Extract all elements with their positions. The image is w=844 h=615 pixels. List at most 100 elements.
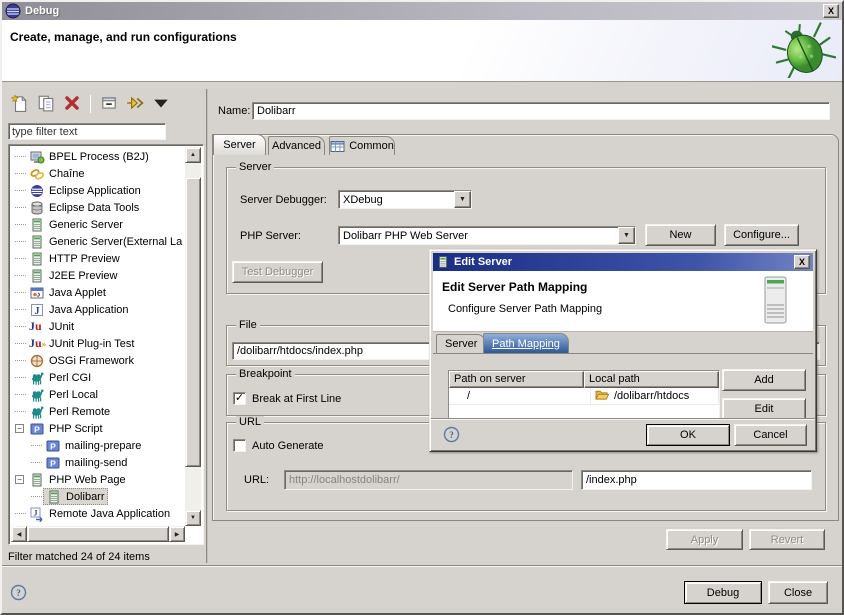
tree-item-php-web-page[interactable]: −PHP Web Page	[11, 471, 184, 488]
window-close-button[interactable]: X	[823, 4, 839, 18]
tree-connector	[15, 394, 26, 395]
tab-common[interactable]: Common	[329, 136, 395, 155]
break-first-line-checkbox[interactable]: ✓	[233, 392, 246, 405]
tree-connector	[15, 275, 26, 276]
panel-sash[interactable]	[206, 89, 208, 563]
new-configuration-button[interactable]	[10, 94, 30, 114]
server-debugger-select[interactable]: XDebug ▼	[338, 190, 472, 209]
dialog-tab-path-mapping[interactable]: Path Mapping	[483, 333, 569, 353]
tree-item-cha-ne[interactable]: Chaîne	[11, 165, 184, 182]
filter-icon	[126, 94, 144, 115]
tree-item-eclipse-data-tools[interactable]: Eclipse Data Tools	[11, 199, 184, 216]
tree-item-php-script[interactable]: −PPHP Script	[11, 420, 184, 437]
java-icon: J	[29, 302, 45, 318]
close-button[interactable]: Close	[768, 581, 828, 604]
filter-configurations-button[interactable]	[125, 94, 145, 114]
delete-configuration-button[interactable]	[62, 94, 82, 114]
svg-text:?: ?	[16, 588, 21, 598]
edit-mapping-button[interactable]: Edit	[722, 398, 806, 420]
tree-item-java-applet[interactable]: Java Applet	[11, 284, 184, 301]
svg-text:P: P	[34, 424, 40, 434]
server-debugger-label: Server Debugger:	[240, 194, 327, 206]
dialog-banner: Create, manage, and run configurations	[2, 20, 842, 82]
scroll-right-icon[interactable]: ▶	[169, 526, 185, 542]
dialog-close-button[interactable]: X	[794, 255, 810, 269]
tree-item-j2ee-preview[interactable]: J2EE Preview	[11, 267, 184, 284]
scroll-up-icon[interactable]: ▲	[185, 147, 201, 163]
mapping-row[interactable]: //dolibarr/htdocs	[449, 388, 719, 405]
tree-item-http-preview[interactable]: HTTP Preview	[11, 250, 184, 267]
tree-item-perl-local[interactable]: Perl Local	[11, 386, 184, 403]
tree-item-bpel-process-b2j[interactable]: BPEL Process (B2J)	[11, 148, 184, 165]
test-debugger-button[interactable]: Test Debugger	[232, 261, 323, 283]
tree-item-perl-cgi[interactable]: Perl CGI	[11, 369, 184, 386]
scroll-left-icon[interactable]: ◀	[11, 526, 27, 542]
url-path-field[interactable]: /index.php	[581, 470, 812, 490]
new-server-button[interactable]: New	[645, 224, 716, 246]
tree-item-perl-remote[interactable]: Perl Remote	[11, 403, 184, 420]
tree-item-remote-java-application[interactable]: JRemote Java Application	[11, 505, 184, 522]
php-server-label: PHP Server:	[240, 230, 301, 242]
tree-item-java-application[interactable]: JJava Application	[11, 301, 184, 318]
tree-horizontal-scrollbar[interactable]: ◀ ▶	[11, 526, 185, 542]
debug-button[interactable]: Debug	[684, 581, 762, 604]
tree-item-label: JUnit Plug-in Test	[49, 338, 134, 350]
edit-server-dialog: Edit Server X Edit Server Path Mapping C…	[429, 249, 817, 452]
duplicate-configuration-button[interactable]	[36, 94, 56, 114]
tree-item-generic-server[interactable]: Generic Server	[11, 216, 184, 233]
tree-item-junit-plug-in-test[interactable]: Ju»JUnit Plug-in Test	[11, 335, 184, 352]
tree-connector	[15, 241, 26, 242]
tree-item-eclipse-application[interactable]: Eclipse Application	[11, 182, 184, 199]
camel-icon	[29, 370, 45, 386]
tree-connector	[31, 496, 42, 497]
collapse-all-button[interactable]	[99, 94, 119, 114]
configure-server-button[interactable]: Configure...	[724, 224, 799, 246]
url-label: URL:	[244, 474, 269, 486]
tab-advanced[interactable]: Advanced	[268, 136, 325, 155]
add-mapping-button[interactable]: Add	[722, 369, 806, 391]
tree-connector	[15, 190, 26, 191]
configurations-toolbar	[10, 92, 171, 116]
tree-vertical-scrollbar[interactable]: ▲ ▼	[185, 147, 201, 526]
ok-button[interactable]: OK	[646, 424, 730, 446]
collapse-expander-icon[interactable]: −	[15, 424, 24, 433]
svg-text:P: P	[50, 458, 56, 468]
apply-button[interactable]: Apply	[666, 529, 743, 550]
tree-item-label: Java Applet	[49, 287, 106, 299]
php-server-select[interactable]: Dolibarr PHP Web Server ▼	[338, 226, 636, 245]
window-titlebar[interactable]: Debug X	[2, 2, 842, 20]
dialog-tab-server[interactable]: Server	[436, 334, 486, 353]
svg-text:?: ?	[449, 430, 454, 440]
tree-item-osgi-framework[interactable]: OSGi Framework	[11, 352, 184, 369]
tree-item-generic-server-external-la[interactable]: Generic Server(External La	[11, 233, 184, 250]
filter-input[interactable]	[8, 123, 166, 140]
cancel-button[interactable]: Cancel	[734, 424, 807, 446]
column-path-on-server[interactable]: Path on server	[449, 371, 584, 388]
tree-item-junit[interactable]: JuJUnit	[11, 318, 184, 335]
collapse-expander-icon[interactable]: −	[15, 475, 24, 484]
path-mapping-table: Path on server Local path //dolibarr/htd…	[448, 370, 720, 419]
tab-server[interactable]: Server	[213, 134, 266, 155]
folder-icon	[595, 388, 610, 404]
mapping-row-empty[interactable]	[449, 405, 719, 419]
breakpoint-group-label: Breakpoint	[236, 368, 295, 380]
revert-button[interactable]: Revert	[749, 529, 825, 550]
help-icon[interactable]: ?	[10, 584, 27, 601]
tree-connector	[15, 343, 26, 344]
horizontal-scroll-thumb[interactable]	[27, 526, 169, 542]
tree-item-mailing-prepare[interactable]: Pmailing-prepare	[11, 437, 184, 454]
footer-separator	[2, 565, 842, 567]
scroll-down-icon[interactable]: ▼	[185, 510, 201, 526]
tree-item-dolibarr[interactable]: Dolibarr	[11, 488, 184, 505]
tree-item-label: Chaîne	[49, 168, 84, 180]
tree-item-mailing-send[interactable]: Pmailing-send	[11, 454, 184, 471]
name-field[interactable]: Dolibarr	[252, 102, 830, 120]
chevron-down-icon[interactable]: ▼	[618, 227, 635, 244]
edit-server-titlebar[interactable]: Edit Server X	[433, 253, 813, 271]
auto-generate-checkbox[interactable]	[233, 439, 246, 452]
help-icon[interactable]: ?	[443, 426, 460, 443]
vertical-scroll-thumb[interactable]	[185, 177, 201, 467]
column-local-path[interactable]: Local path	[584, 371, 719, 388]
filter-menu-button[interactable]	[151, 94, 171, 114]
chevron-down-icon[interactable]: ▼	[454, 191, 471, 208]
